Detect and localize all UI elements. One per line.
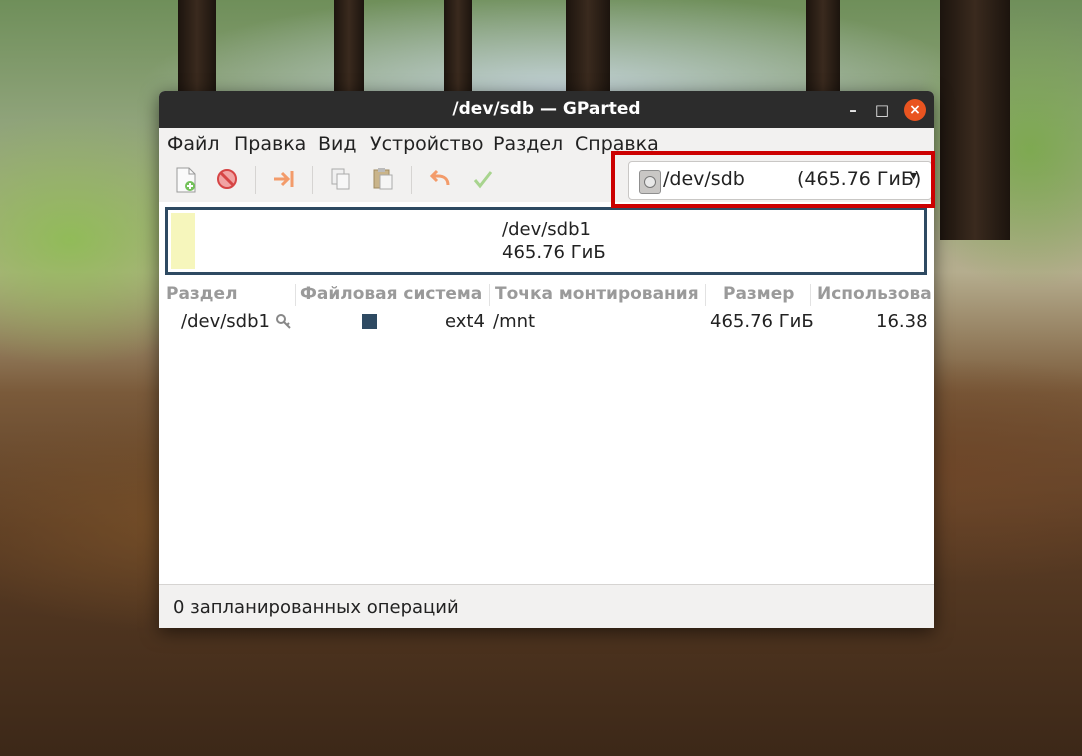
menu-file[interactable]: Файл (167, 133, 220, 155)
undo-icon[interactable] (427, 167, 453, 193)
cell-size: 465.76 ГиБ (710, 311, 814, 332)
copy-icon[interactable] (328, 167, 354, 193)
background-tree-trunk (940, 0, 1010, 240)
column-header-used[interactable]: Использова (817, 284, 932, 304)
menu-partition[interactable]: Раздел (493, 133, 563, 155)
status-bar: 0 запланированных операций (159, 584, 934, 628)
close-button[interactable]: × (904, 99, 926, 121)
background-tree-trunk (566, 0, 610, 100)
partition-used-bar (171, 213, 195, 269)
partition-map[interactable]: /dev/sdb1 465.76 ГиБ (165, 207, 927, 275)
window-title: /dev/sdb — GParted (452, 99, 641, 119)
background-tree-trunk (334, 0, 364, 100)
menu-device[interactable]: Устройство (370, 133, 483, 155)
background-tree-trunk (178, 0, 216, 100)
background-tree-trunk (444, 0, 472, 100)
maximize-button[interactable]: □ (873, 101, 891, 119)
table-header: Раздел Файловая система Точка монтирован… (159, 282, 934, 307)
title-bar[interactable]: /dev/sdb — GParted – □ × (159, 91, 934, 128)
cell-used: 16.38 I (876, 311, 934, 332)
paste-icon[interactable] (370, 167, 396, 193)
new-partition-icon[interactable] (173, 167, 199, 193)
pending-operations-text: 0 запланированных операций (173, 597, 459, 618)
menu-edit[interactable]: Правка (234, 133, 306, 155)
key-icon (275, 313, 291, 334)
minimize-button[interactable]: – (844, 101, 862, 119)
column-header-mountpoint[interactable]: Точка монтирования (495, 284, 699, 304)
column-header-size[interactable]: Размер (723, 284, 794, 304)
apply-icon[interactable] (470, 167, 496, 193)
partition-map-label: /dev/sdb1 465.76 ГиБ (502, 218, 606, 264)
background-tree-trunk (806, 0, 840, 100)
device-selector-highlight (611, 151, 935, 208)
column-header-partition[interactable]: Раздел (166, 284, 238, 304)
filesystem-color-swatch (362, 314, 377, 329)
cell-mountpoint: /mnt (493, 311, 536, 332)
table-row[interactable]: /dev/sdb1 ext4 /mnt 465.76 ГиБ 16.38 I (159, 311, 934, 335)
cell-filesystem: ext4 (445, 311, 485, 332)
column-header-filesystem[interactable]: Файловая система (300, 284, 482, 304)
partition-map-name: /dev/sdb1 (502, 219, 591, 240)
partition-map-size: 465.76 ГиБ (502, 242, 606, 263)
menu-view[interactable]: Вид (318, 133, 357, 155)
delete-icon[interactable] (214, 167, 240, 193)
resize-move-icon[interactable] (271, 167, 297, 193)
cell-partition: /dev/sdb1 (181, 311, 270, 332)
